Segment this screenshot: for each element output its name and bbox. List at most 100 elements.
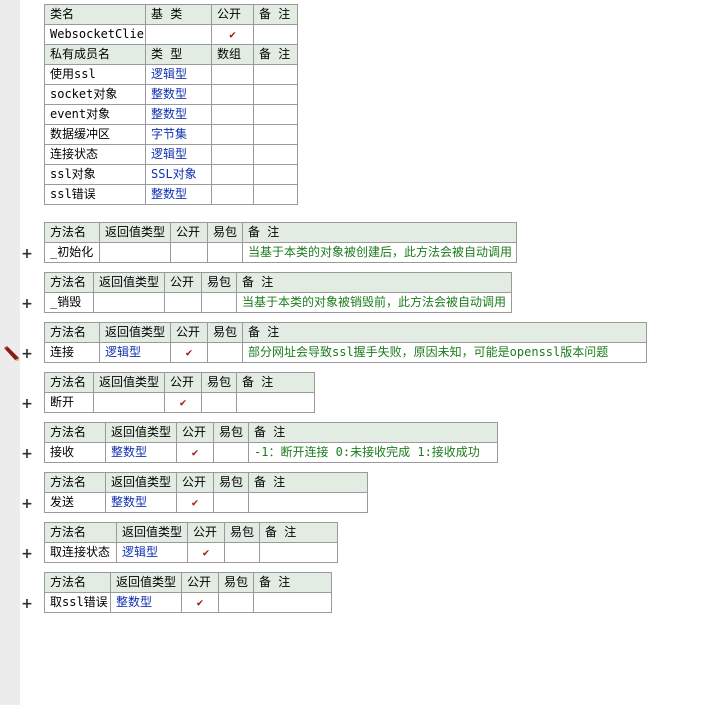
expand-plus-icon[interactable]: +	[21, 597, 33, 611]
member-type-link[interactable]: SSL对象	[145, 164, 212, 185]
method-name-cell[interactable]: _销毁	[44, 292, 94, 313]
expand-plus-icon[interactable]: +	[21, 547, 33, 561]
member-array-cell[interactable]	[211, 184, 254, 205]
member-type-link[interactable]: 整数型	[145, 184, 212, 205]
member-array-cell[interactable]	[211, 144, 254, 165]
member-row[interactable]: 数据缓冲区 字节集	[44, 124, 298, 145]
method-note-cell[interactable]: 部分网址会导致ssl握手失败，原因未知，可能是openssl版本问题	[242, 342, 647, 363]
class-row[interactable]: WebsocketClient ✔	[44, 24, 298, 45]
method-public-cell[interactable]: ✔	[181, 592, 219, 613]
expand-plus-icon[interactable]: +	[21, 397, 33, 411]
member-array-cell[interactable]	[211, 64, 254, 85]
member-type-link[interactable]: 逻辑型	[145, 144, 212, 165]
method-row[interactable]: _销毁 当基于本类的对象被销毁前，此方法会被自动调用	[44, 292, 512, 313]
easy-package-cell[interactable]	[218, 592, 254, 613]
method-name-cell[interactable]: _初始化	[44, 242, 100, 263]
return-type-link[interactable]: 整数型	[105, 442, 177, 463]
class-public-cell[interactable]: ✔	[211, 24, 254, 45]
member-note-cell[interactable]	[253, 64, 298, 85]
member-row[interactable]: ssl错误 整数型	[44, 184, 298, 205]
class-name-cell[interactable]: WebsocketClient	[44, 24, 146, 45]
method-row[interactable]: _初始化 当基于本类的对象被创建后，此方法会被自动调用	[44, 242, 517, 263]
return-type-link[interactable]	[99, 242, 171, 263]
class-note-cell[interactable]	[253, 24, 298, 45]
method-public-cell[interactable]: ✔	[176, 492, 214, 513]
member-name-cell[interactable]: 连接状态	[44, 144, 146, 165]
member-row[interactable]: 使用ssl 逻辑型	[44, 64, 298, 85]
member-type-link[interactable]: 字节集	[145, 124, 212, 145]
method-row[interactable]: 断开 ✔	[44, 392, 315, 413]
method-note-cell[interactable]	[248, 492, 368, 513]
class-table: 类名 基 类 公开 备 注 WebsocketClient ✔ 私有成员名 类 …	[44, 4, 298, 205]
easy-package-cell[interactable]	[213, 492, 249, 513]
easy-package-cell[interactable]	[207, 342, 243, 363]
expand-plus-icon[interactable]: +	[21, 247, 33, 261]
col-note: 备 注	[236, 372, 315, 393]
member-note-cell[interactable]	[253, 124, 298, 145]
return-type-link[interactable]: 整数型	[105, 492, 177, 513]
return-type-link[interactable]: 整数型	[110, 592, 182, 613]
member-note-cell[interactable]	[253, 184, 298, 205]
method-note-cell[interactable]	[259, 542, 338, 563]
expand-plus-icon[interactable]: +	[21, 497, 33, 511]
member-type-link[interactable]: 整数型	[145, 84, 212, 105]
col-method-name: 方法名	[44, 222, 100, 243]
member-note-cell[interactable]	[253, 144, 298, 165]
member-note-cell[interactable]	[253, 164, 298, 185]
expand-plus-icon[interactable]: +	[21, 347, 33, 361]
method-name-cell[interactable]: 取ssl错误	[44, 592, 111, 613]
method-public-cell[interactable]: ✔	[164, 392, 202, 413]
method-row[interactable]: 发送 整数型 ✔	[44, 492, 368, 513]
method-name-cell[interactable]: 取连接状态	[44, 542, 117, 563]
easy-package-cell[interactable]	[213, 442, 249, 463]
method-public-cell[interactable]: ✔	[187, 542, 225, 563]
member-row[interactable]: event对象 整数型	[44, 104, 298, 125]
easy-package-cell[interactable]	[224, 542, 260, 563]
easy-package-cell[interactable]	[201, 292, 237, 313]
method-note-cell[interactable]	[253, 592, 332, 613]
return-type-link[interactable]: 逻辑型	[116, 542, 188, 563]
member-array-cell[interactable]	[211, 84, 254, 105]
method-public-cell[interactable]	[164, 292, 202, 313]
member-array-cell[interactable]	[211, 164, 254, 185]
method-name-cell[interactable]: 发送	[44, 492, 106, 513]
member-type-link[interactable]: 逻辑型	[145, 64, 212, 85]
member-name-cell[interactable]: ssl错误	[44, 184, 146, 205]
member-row[interactable]: 连接状态 逻辑型	[44, 144, 298, 165]
member-name-cell[interactable]: socket对象	[44, 84, 146, 105]
return-type-link[interactable]: 逻辑型	[99, 342, 171, 363]
member-row[interactable]: socket对象 整数型	[44, 84, 298, 105]
member-type-link[interactable]: 整数型	[145, 104, 212, 125]
member-array-cell[interactable]	[211, 104, 254, 125]
member-array-cell[interactable]	[211, 124, 254, 145]
method-row[interactable]: 取连接状态 逻辑型 ✔	[44, 542, 338, 563]
method-note-cell[interactable]: 当基于本类的对象被销毁前，此方法会被自动调用	[236, 292, 512, 313]
return-type-link[interactable]	[93, 292, 165, 313]
member-row[interactable]: ssl对象 SSL对象	[44, 164, 298, 185]
easy-package-cell[interactable]	[201, 392, 237, 413]
member-name-cell[interactable]: ssl对象	[44, 164, 146, 185]
col-note: 备 注	[259, 522, 338, 543]
method-public-cell[interactable]: ✔	[176, 442, 214, 463]
base-class-cell[interactable]	[145, 24, 212, 45]
method-public-cell[interactable]: ✔	[170, 342, 208, 363]
method-note-cell[interactable]: 当基于本类的对象被创建后，此方法会被自动调用	[242, 242, 517, 263]
method-row[interactable]: 接收 整数型 ✔ -1：断开连接 0:未接收完成 1:接收成功	[44, 442, 498, 463]
member-note-cell[interactable]	[253, 84, 298, 105]
easy-package-cell[interactable]	[207, 242, 243, 263]
expand-plus-icon[interactable]: +	[21, 447, 33, 461]
method-public-cell[interactable]	[170, 242, 208, 263]
member-name-cell[interactable]: 使用ssl	[44, 64, 146, 85]
method-name-cell[interactable]: 接收	[44, 442, 106, 463]
method-row[interactable]: 连接 逻辑型 ✔ 部分网址会导致ssl握手失败，原因未知，可能是openssl版本问题	[44, 342, 647, 363]
expand-plus-icon[interactable]: +	[21, 297, 33, 311]
method-note-cell[interactable]: -1：断开连接 0:未接收完成 1:接收成功	[248, 442, 498, 463]
member-name-cell[interactable]: 数据缓冲区	[44, 124, 146, 145]
member-name-cell[interactable]: event对象	[44, 104, 146, 125]
return-type-link[interactable]	[93, 392, 165, 413]
method-name-cell[interactable]: 断开	[44, 392, 94, 413]
member-note-cell[interactable]	[253, 104, 298, 125]
method-note-cell[interactable]	[236, 392, 315, 413]
method-name-cell[interactable]: 连接	[44, 342, 100, 363]
method-row[interactable]: 取ssl错误 整数型 ✔	[44, 592, 332, 613]
